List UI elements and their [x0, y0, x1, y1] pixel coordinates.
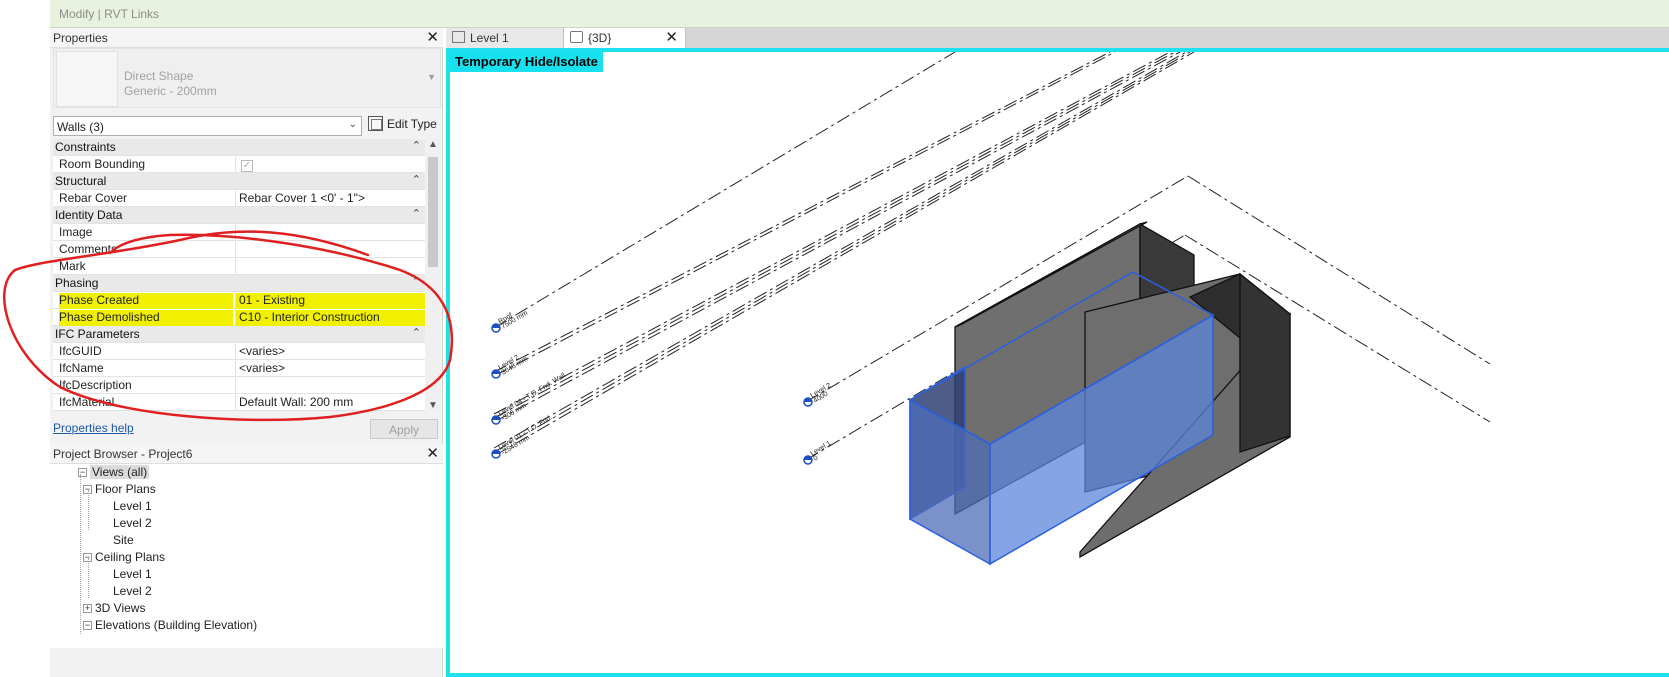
project-browser-title: Project Browser - Project6 [53, 447, 193, 461]
instance-filter-dropdown[interactable]: Walls (3) ⌄ [53, 116, 362, 136]
property-name: Room Bounding [59, 157, 146, 171]
property-group-label: Constraints [55, 140, 116, 154]
tree-node[interactable]: Site [113, 533, 134, 550]
property-row[interactable]: Rebar Cover Rebar Cover 1 <0' - 1"> [53, 190, 425, 207]
tree-guide [88, 490, 89, 530]
type-dropdown-arrow-icon[interactable]: ▼ [427, 72, 436, 82]
type-name: Generic - 200mm [124, 84, 217, 98]
property-name: Rebar Cover [59, 191, 128, 205]
tab-3d[interactable]: {3D} ✕ [564, 28, 686, 48]
tree-node[interactable]: Level 1 [113, 567, 152, 584]
scroll-up-icon[interactable]: ▲ [428, 139, 438, 150]
expand-icon[interactable]: + [83, 604, 92, 613]
tree-node-label: Floor Plans [95, 482, 156, 496]
tree-node[interactable]: − Elevations (Building Elevation) [83, 618, 258, 635]
tree-node-label: Views (all) [90, 465, 150, 479]
tree-node-label: Ceiling Plans [95, 550, 166, 564]
project-browser-close-icon[interactable]: ✕ [426, 444, 439, 462]
floor-plan-icon [452, 31, 465, 43]
tree-node[interactable]: Level 1 [113, 499, 152, 516]
level-elevation: 0 [812, 455, 819, 463]
3d-viewport[interactable]: Roof 7500 mm Level 2 3048 mm Level 04 - … [446, 48, 1669, 677]
model-canvas[interactable]: Roof 7500 mm Level 2 3048 mm Level 04 - … [450, 52, 1669, 677]
level-label: Level 04 - T.O. Fnd. Wall [497, 372, 567, 418]
collapse-caret-icon[interactable]: ⌃ [412, 173, 421, 186]
collapse-caret-icon[interactable]: ⌃ [412, 207, 421, 220]
instance-filter-value: Walls (3) [57, 120, 104, 134]
ribbon-context-label: Modify | RVT Links [59, 7, 160, 21]
revit-window: Modify | RVT Links Properties ✕ Direct S… [0, 0, 1669, 677]
tree-node-label: Level 1 [113, 567, 152, 581]
tree-node[interactable]: +3D Views [83, 601, 146, 618]
tree-node[interactable]: − Ceiling Plans [83, 550, 166, 567]
tree-node-label: 3D Views [95, 601, 146, 615]
tree-node-label: Level 1 [113, 499, 152, 513]
view-tabs: Level 1 {3D} ✕ [446, 28, 1669, 48]
edit-type-icon [368, 116, 383, 131]
tab-label: {3D} [588, 31, 612, 45]
property-group-header[interactable]: Identity Data ⌃ [53, 207, 425, 224]
tab-level-1[interactable]: Level 1 [446, 28, 564, 48]
tree-node-label: Level 2 [113, 584, 152, 598]
tree-node-label: Site [113, 533, 134, 547]
red-circle-annotation [3, 230, 454, 422]
project-browser-tree: − Views (all) − Floor Plans Level 1 Level 2 Si… [50, 464, 443, 648]
properties-title: Properties [53, 31, 108, 45]
project-browser-header: Project Browser - Project6 ✕ [50, 444, 443, 464]
type-selector[interactable]: Direct Shape Generic - 200mm ▼ [53, 48, 441, 108]
property-group-label: Structural [55, 174, 107, 188]
properties-close-icon[interactable]: ✕ [426, 28, 439, 46]
tab-label: Level 1 [470, 31, 509, 45]
tree-node[interactable]: − Views (all) [78, 465, 150, 482]
tree-node[interactable]: − Floor Plans [83, 482, 156, 499]
tree-guide [80, 474, 81, 634]
ribbon-context-bar: Modify | RVT Links [50, 0, 1669, 28]
tree-node-label: Elevations (Building Elevation) [95, 618, 258, 632]
tree-node[interactable]: Level 2 [113, 584, 152, 601]
tab-close-icon[interactable]: ✕ [665, 28, 678, 46]
property-group-label: Identity Data [55, 208, 123, 222]
property-value[interactable]: ✓ [235, 157, 425, 173]
edit-type-button[interactable]: Edit Type [366, 114, 440, 136]
tree-node-label: Level 2 [113, 516, 152, 530]
tree-node[interactable]: Level 2 [113, 516, 152, 533]
collapse-icon[interactable]: − [83, 621, 92, 630]
chevron-down-icon: ⌄ [348, 119, 357, 130]
property-group-header[interactable]: Constraints ⌃ [53, 139, 425, 156]
tree-guide [88, 558, 89, 598]
temporary-hide-isolate-banner: Temporary Hide/Isolate [450, 52, 603, 72]
collapse-caret-icon[interactable]: ⌃ [412, 139, 421, 152]
property-group-header[interactable]: Structural ⌃ [53, 173, 425, 190]
room-bounding-checkbox[interactable]: ✓ [241, 160, 253, 172]
edit-type-label: Edit Type [387, 117, 437, 131]
3d-view-icon [570, 31, 583, 43]
level-label: Level 1 [809, 440, 832, 458]
level-markers: Roof 7500 mm Level 2 3048 mm Level 04 - … [491, 310, 832, 465]
property-value[interactable]: Rebar Cover 1 <0' - 1"> [235, 191, 425, 207]
property-row[interactable]: Room Bounding ✓ [53, 156, 425, 173]
type-thumbnail [56, 51, 118, 107]
type-family: Direct Shape [124, 69, 194, 83]
properties-header: Properties ✕ [50, 28, 443, 48]
